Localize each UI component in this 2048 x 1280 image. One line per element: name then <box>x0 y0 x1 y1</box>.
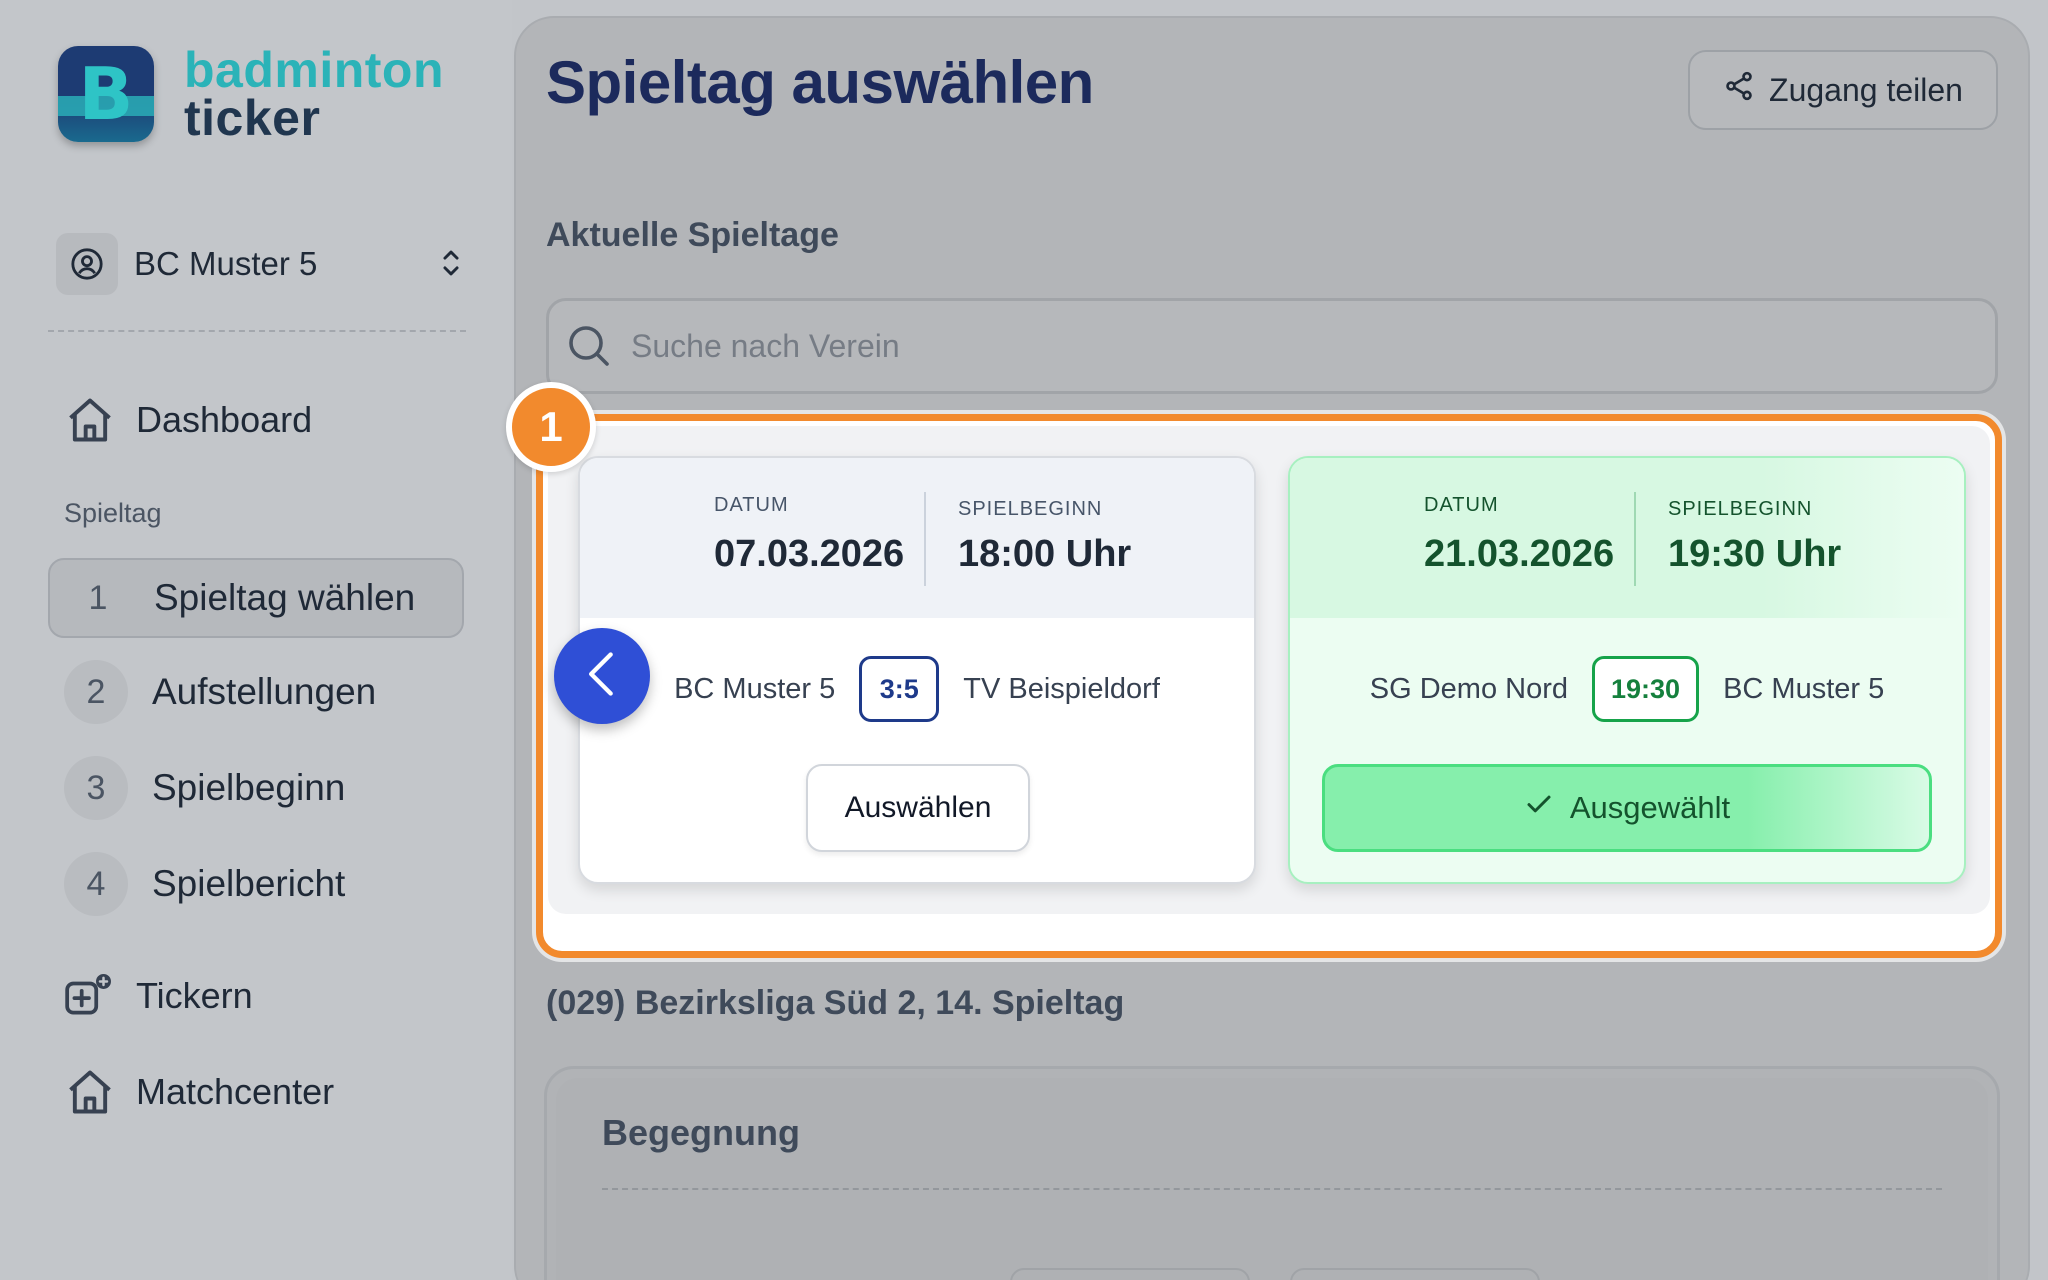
start-label: SPIELBEGINN <box>958 498 1103 520</box>
tab-pill[interactable] <box>1290 1268 1540 1280</box>
sidebar-item-label: Matchcenter <box>136 1071 335 1112</box>
step-number: 2 <box>64 660 128 724</box>
score-badge: 3:5 <box>859 656 940 722</box>
sidebar-item-label: Tickern <box>136 975 253 1016</box>
sidebar-item-label: Dashboard <box>136 399 313 440</box>
sidebar-item-dashboard[interactable]: Dashboard <box>62 392 312 448</box>
league-heading: (029) Bezirksliga Süd 2, 14. Spieltag <box>546 984 1125 1022</box>
step-label: Spielbericht <box>152 863 346 904</box>
home-icon <box>62 392 118 448</box>
select-button[interactable]: Auswählen <box>806 764 1030 852</box>
step-2-aufstellungen[interactable]: 2 Aufstellungen <box>48 652 464 732</box>
share-access-button[interactable]: Zugang teilen <box>1688 50 1998 130</box>
logo-line2: ticker <box>184 90 321 146</box>
logo-line1: badminton <box>184 42 445 98</box>
selected-button-label: Ausgewählt <box>1569 790 1731 825</box>
away-team: TV Beispieldorf <box>963 672 1160 705</box>
step-label: Spieltag wählen <box>154 577 416 618</box>
date-value: 07.03.2026 <box>714 533 905 575</box>
date-label: DATUM <box>714 494 789 516</box>
chevron-up-down-icon <box>436 246 466 285</box>
step-label: Spielbeginn <box>152 767 346 808</box>
start-value: 18:00 Uhr <box>958 533 1132 575</box>
matchday-card-selected[interactable]: DATUM 21.03.2026 SPIELBEGINN 19:30 Uhr S… <box>1288 456 1966 884</box>
check-icon <box>1524 789 1554 827</box>
encounter-title: Begegnung <box>602 1112 800 1153</box>
sidebar-section-label: Spieltag <box>64 498 162 528</box>
card-header: DATUM 07.03.2026 SPIELBEGINN 18:00 Uhr <box>580 458 1254 618</box>
matchup: SG Demo Nord 19:30 BC Muster 5 <box>1290 656 1964 722</box>
away-team: BC Muster 5 <box>1723 672 1885 705</box>
add-ticker-icon <box>62 968 118 1024</box>
team-name: BC Muster 5 <box>134 245 318 282</box>
section-heading-current-matchdays: Aktuelle Spieltage <box>546 216 839 254</box>
app-logo[interactable]: B badminton ticker <box>58 42 445 146</box>
start-block: SPIELBEGINN 19:30 Uhr <box>1668 498 1841 576</box>
home-icon <box>62 1064 118 1120</box>
step-3-spielbeginn[interactable]: 3 Spielbeginn <box>48 748 464 828</box>
search-icon <box>565 322 613 370</box>
logo-letter: B <box>78 52 134 136</box>
date-value: 21.03.2026 <box>1424 533 1615 575</box>
sidebar-divider <box>48 330 466 332</box>
search-bar <box>546 298 1998 394</box>
start-block: SPIELBEGINN 18:00 Uhr <box>958 498 1131 576</box>
start-value: 19:30 Uhr <box>1668 533 1842 575</box>
share-icon <box>1723 70 1755 110</box>
start-label: SPIELBEGINN <box>1668 498 1813 520</box>
matchday-card[interactable]: DATUM 07.03.2026 SPIELBEGINN 18:00 Uhr B… <box>578 456 1256 884</box>
date-label: DATUM <box>1424 494 1499 516</box>
date-block: DATUM 21.03.2026 <box>1424 494 1614 576</box>
encounter-divider <box>602 1188 1942 1190</box>
sidebar-item-matchcenter[interactable]: Matchcenter <box>62 1064 334 1120</box>
step-label: Aufstellungen <box>152 671 377 712</box>
logo-text: badminton ticker <box>184 42 445 146</box>
card-header: DATUM 21.03.2026 SPIELBEGINN 19:30 Uhr <box>1290 458 1964 618</box>
step-4-spielbericht[interactable]: 4 Spielbericht <box>48 844 464 924</box>
carousel-prev-button[interactable] <box>554 628 650 724</box>
start-time-badge: 19:30 <box>1592 656 1700 722</box>
step-1-spieltag-waehlen[interactable]: 1 Spieltag wählen <box>48 558 464 638</box>
chevron-left-icon <box>580 648 624 705</box>
logo-icon: B <box>58 46 154 142</box>
selected-button[interactable]: Ausgewählt <box>1322 764 1932 852</box>
encounter-card <box>556 1078 1988 1280</box>
sidebar-item-tickern[interactable]: Tickern <box>62 968 253 1024</box>
sidebar: B badminton ticker BC Muster 5 Dashboard… <box>0 0 512 1280</box>
callout-badge: 1 <box>506 382 596 472</box>
header-divider <box>924 492 926 586</box>
home-team: SG Demo Nord <box>1369 672 1568 705</box>
page-title: Spieltag auswählen <box>546 49 1094 116</box>
share-button-label: Zugang teilen <box>1769 71 1963 108</box>
search-input[interactable] <box>631 327 1931 365</box>
matchup: BC Muster 5 3:5 TV Beispieldorf <box>580 656 1254 722</box>
tab-pill[interactable] <box>1010 1268 1250 1280</box>
step-number: 4 <box>64 852 128 916</box>
home-team: BC Muster 5 <box>674 672 836 705</box>
user-circle-icon <box>56 233 118 295</box>
team-selector[interactable]: BC Muster 5 <box>56 232 466 296</box>
step-number: 3 <box>64 756 128 820</box>
header-divider <box>1634 492 1636 586</box>
step-number: 1 <box>88 578 108 617</box>
date-block: DATUM 07.03.2026 <box>714 494 904 576</box>
